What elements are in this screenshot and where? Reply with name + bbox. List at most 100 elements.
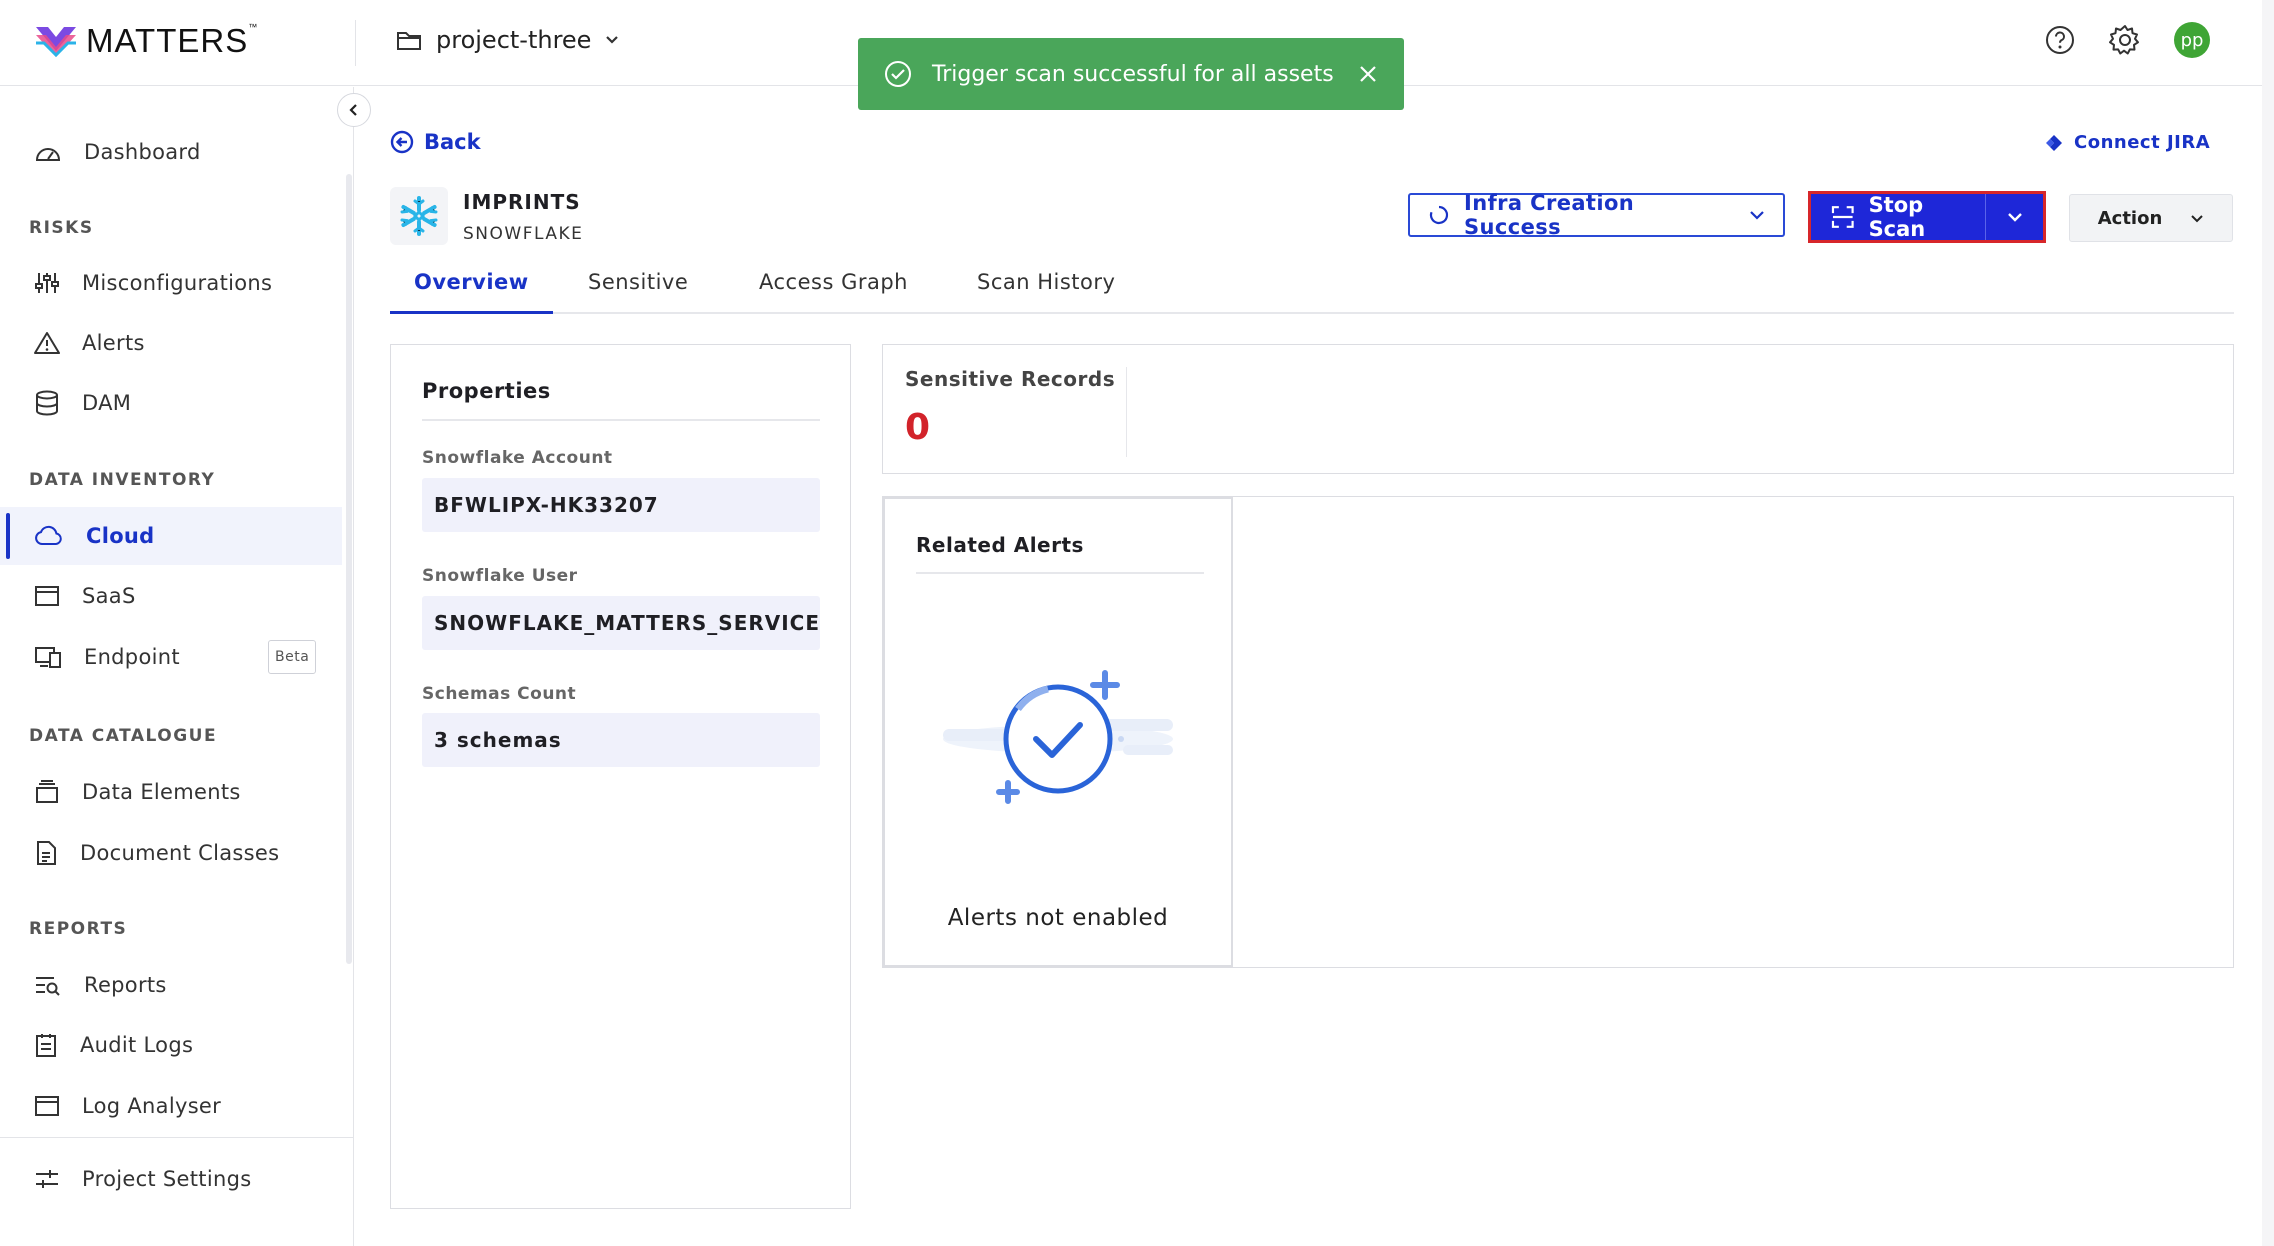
tab-scan-history[interactable]: Scan History	[977, 270, 1115, 314]
sidebar-item-label: DAM	[82, 391, 132, 415]
property-value-snowflake-account: BFWLIPX-HK33207	[422, 478, 820, 532]
sidebar-item-log-analyser[interactable]: Log Analyser	[0, 1077, 342, 1135]
sidebar-item-document-classes[interactable]: Document Classes	[0, 824, 342, 882]
divider	[1126, 367, 1127, 457]
window-icon	[35, 1096, 59, 1116]
divider	[422, 419, 820, 421]
close-icon[interactable]	[1358, 64, 1378, 84]
alerts-empty-message: Alerts not enabled	[947, 905, 1169, 931]
scan-icon	[1831, 206, 1854, 228]
success-toast: Trigger scan successful for all assets	[858, 38, 1404, 110]
sidebar-item-label: Audit Logs	[80, 1033, 194, 1057]
snowflake-asset-icon	[390, 187, 448, 245]
dashboard-icon	[35, 148, 61, 161]
property-value-snowflake-user: SNOWFLAKE_MATTERS_SERVICE	[422, 596, 820, 650]
snowflake-icon	[400, 196, 438, 236]
gear-icon[interactable]	[2108, 23, 2142, 57]
database-icon	[36, 390, 58, 416]
sidebar-item-label: Project Settings	[82, 1167, 252, 1191]
tab-overview[interactable]: Overview	[390, 270, 553, 314]
asset-tabs: Overview Sensitive Access Graph Scan His…	[390, 262, 2234, 314]
sidebar-item-label: Log Analyser	[82, 1094, 222, 1118]
project-name: project-three	[436, 26, 592, 54]
check-circle-icon	[885, 61, 911, 87]
sidebar-item-data-elements[interactable]: Data Elements	[0, 763, 342, 821]
section-label-reports: REPORTS	[29, 919, 128, 939]
related-alerts-card: Related Alerts Alerts not enabled	[883, 497, 1233, 967]
infra-status-dropdown[interactable]: Infra Creation Success	[1408, 191, 1785, 239]
settings-sliders-icon	[36, 1170, 58, 1188]
sidebar: Dashboard RISKS Misconfigurations Alerts…	[0, 87, 354, 1246]
chevron-down-icon	[606, 36, 619, 44]
chevron-down-icon	[2007, 213, 2022, 222]
infra-status-label: Infra Creation Success	[1464, 191, 1635, 239]
sidebar-item-alerts[interactable]: Alerts	[0, 314, 342, 372]
action-label: Action	[2097, 207, 2163, 229]
stop-scan-label: Stop Scan	[1868, 193, 1926, 241]
sensitive-records-card: Sensitive Records 0	[882, 344, 2234, 474]
arrow-left-circle-icon	[390, 130, 414, 154]
sidebar-scrollbar[interactable]	[346, 174, 352, 964]
properties-card: Properties Snowflake Account BFWLIPX-HK3…	[390, 344, 851, 1209]
property-label: Snowflake User	[422, 566, 578, 586]
tab-sensitive[interactable]: Sensitive	[588, 270, 688, 314]
alerts-panel: Related Alerts Alerts not enabled	[882, 496, 2234, 968]
related-alerts-title: Related Alerts	[916, 533, 1084, 557]
sidebar-item-label: Reports	[84, 973, 167, 997]
clipboard-icon	[36, 1034, 56, 1057]
sidebar-item-endpoint[interactable]: Endpoint Beta	[0, 628, 342, 686]
sidebar-item-saas[interactable]: SaaS	[0, 567, 342, 625]
document-icon	[37, 841, 56, 865]
property-value-schemas-count: 3 schemas	[422, 713, 820, 767]
sidebar-item-dashboard[interactable]: Dashboard	[0, 123, 342, 181]
stop-scan-dropdown-toggle[interactable]	[1985, 194, 2043, 240]
stop-scan-button[interactable]: Stop Scan	[1811, 193, 1985, 241]
sidebar-item-dam[interactable]: DAM	[0, 374, 342, 432]
sidebar-item-label: Dashboard	[84, 140, 201, 164]
action-dropdown[interactable]: Action	[2069, 194, 2233, 242]
sensitive-records-count[interactable]: 0	[905, 407, 930, 448]
sidebar-item-reports[interactable]: Reports	[0, 956, 342, 1014]
asset-name: IMPRINTS	[463, 190, 581, 214]
chevron-down-icon	[2191, 214, 2203, 222]
sidebar-item-label: Endpoint	[84, 645, 180, 669]
report-search-icon	[36, 977, 60, 996]
properties-title: Properties	[422, 379, 551, 403]
app-logo[interactable]: MATTERS™	[34, 22, 258, 60]
sidebar-item-misconfigurations[interactable]: Misconfigurations	[0, 254, 342, 312]
section-label-data-catalogue: DATA CATALOGUE	[29, 726, 218, 746]
devices-icon	[35, 647, 61, 668]
sidebar-item-project-settings[interactable]: Project Settings	[0, 1150, 342, 1208]
stop-scan-split-button: Stop Scan	[1808, 191, 2046, 243]
header-divider	[355, 20, 356, 66]
help-icon[interactable]	[2044, 24, 2076, 56]
sidebar-collapse-button[interactable]	[337, 93, 371, 127]
logo-text: MATTERS™	[86, 22, 259, 59]
back-link[interactable]: Back	[390, 130, 481, 154]
project-selector[interactable]: project-three	[396, 26, 619, 54]
cloud-icon	[35, 525, 62, 545]
beta-badge: Beta	[268, 640, 317, 674]
page-scrollbar[interactable]	[2262, 0, 2274, 1246]
sensitive-records-title: Sensitive Records	[905, 367, 1116, 391]
sidebar-item-label: Data Elements	[82, 780, 241, 804]
divider	[916, 572, 1204, 574]
user-avatar[interactable]: pp	[2174, 22, 2210, 58]
connect-jira-label: Connect JIRA	[2074, 132, 2211, 153]
sidebar-item-label: Misconfigurations	[82, 271, 273, 295]
jira-icon	[2046, 134, 2062, 151]
folder-icon	[397, 32, 421, 50]
tab-access-graph[interactable]: Access Graph	[759, 270, 908, 314]
stack-icon	[36, 780, 58, 803]
property-label: Snowflake Account	[422, 448, 613, 468]
connect-jira-link[interactable]: Connect JIRA	[2044, 132, 2210, 153]
section-label-risks: RISKS	[29, 218, 94, 238]
sidebar-item-cloud[interactable]: Cloud	[0, 507, 342, 565]
sidebar-item-label: SaaS	[82, 584, 136, 608]
sidebar-item-audit-logs[interactable]: Audit Logs	[0, 1016, 342, 1074]
matters-logo-icon	[36, 27, 76, 58]
sidebar-item-label: Alerts	[82, 331, 145, 355]
warning-icon	[34, 332, 60, 354]
sidebar-item-label: Cloud	[86, 524, 155, 548]
sidebar-divider	[0, 1137, 354, 1138]
